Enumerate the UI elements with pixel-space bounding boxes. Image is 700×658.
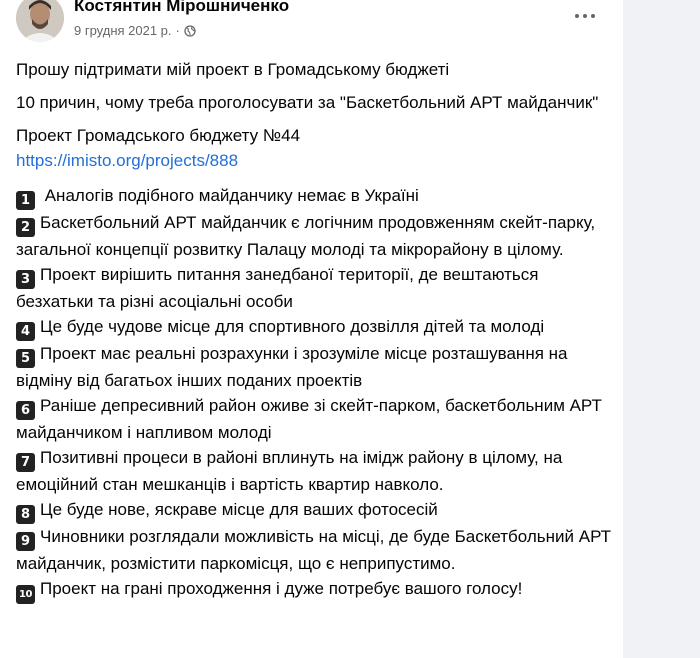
keycap-number-icon: 3 <box>16 270 35 289</box>
list-item: 1 Аналогів подібного майданчику немає в … <box>16 183 616 210</box>
avatar[interactable] <box>16 0 64 42</box>
reason-text: Аналогів подібного майданчику немає в Ук… <box>40 186 419 205</box>
more-options-button[interactable] <box>570 5 600 27</box>
globe-icon <box>184 24 196 37</box>
reason-text: Раніше депресивний район оживе зі скейт-… <box>16 396 602 442</box>
list-item: 10 Проект на грані проходження і дуже пот… <box>16 576 616 604</box>
keycap-number-icon: 4 <box>16 322 35 341</box>
reason-text: Це буде чудове місце для спортивного доз… <box>40 317 545 336</box>
post-title: Прошу підтримати мій проект в Громадсько… <box>16 60 450 79</box>
post-subtitle: 10 причин, чому треба проголосувати за "… <box>16 93 599 112</box>
list-item: 9 Чиновники розглядали можливість на місц… <box>16 524 616 576</box>
list-item: 4 Це буде чудове місце для спортивного до… <box>16 314 616 341</box>
reason-text: Це буде нове, яскраве місце для ваших фо… <box>40 500 438 519</box>
keycap-number-icon: 2 <box>16 218 35 237</box>
keycap-number-icon: 6 <box>16 401 35 420</box>
reason-text: Проект має реальні розрахунки і зрозуміл… <box>16 344 568 390</box>
list-item: 6 Раніше депресивний район оживе зі скейт… <box>16 393 616 445</box>
project-link[interactable]: https://imisto.org/projects/888 <box>16 151 238 170</box>
meta-separator: · <box>175 23 180 38</box>
reason-text: Проект вирішить питання занедбаної терит… <box>16 265 539 311</box>
list-item: 2 Баскетбольний АРТ майданчик є логічним … <box>16 210 616 262</box>
list-item: 5 Проект має реальні розрахунки і зрозумі… <box>16 341 616 393</box>
project-label: Проект Громадського бюджету №44 <box>16 126 301 145</box>
keycap-number-icon: 7 <box>16 453 35 472</box>
reason-text: Чиновники розглядали можливість на місці… <box>16 527 612 573</box>
post-meta: 9 грудня 2021 р. · <box>74 23 196 38</box>
keycap-number-icon: 1 <box>16 191 35 210</box>
author-name[interactable]: Костянтин Мірошниченко <box>74 0 289 16</box>
keycap-number-icon: 8 <box>16 505 35 524</box>
post-card: Костянтин Мірошниченко 9 грудня 2021 р. … <box>0 0 623 658</box>
post-date[interactable]: 9 грудня 2021 р. <box>74 23 172 38</box>
reason-text: Позитивні процеси в районі вплинуть на і… <box>16 448 563 494</box>
list-item: 8 Це буде нове, яскраве місце для ваших ф… <box>16 497 616 524</box>
more-horizontal-icon <box>575 14 579 18</box>
keycap-number-icon: 10 <box>16 585 35 604</box>
reason-text: Баскетбольний АРТ майданчик є логічним п… <box>16 213 596 259</box>
list-item: 3 Проект вирішить питання занедбаної тери… <box>16 262 616 314</box>
feed-background <box>623 0 700 658</box>
post-body: Прошу підтримати мій проект в Громадсько… <box>16 57 616 604</box>
keycap-number-icon: 9 <box>16 532 35 551</box>
list-item: 7 Позитивні процеси в районі вплинуть на … <box>16 445 616 497</box>
keycap-number-icon: 5 <box>16 349 35 368</box>
reasons-list: 1 Аналогів подібного майданчику немає в … <box>16 183 616 604</box>
reason-text: Проект на грані проходження і дуже потре… <box>40 579 523 598</box>
